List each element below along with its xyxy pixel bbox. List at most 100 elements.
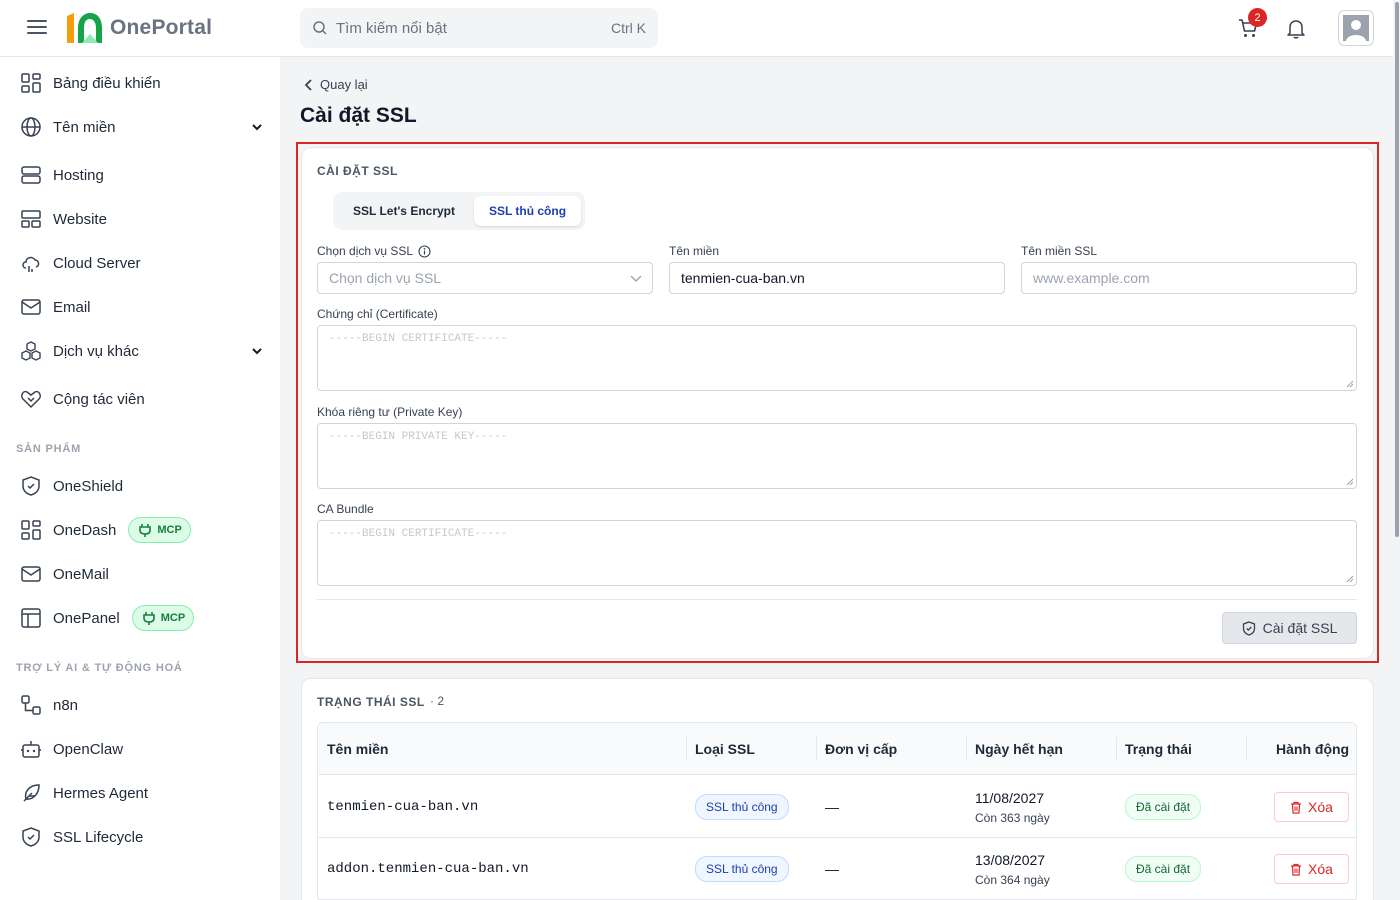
sidebar-item-onemail[interactable]: OneMail xyxy=(20,556,265,592)
ca-bundle-label: CA Bundle xyxy=(317,502,374,516)
tab-manual-ssl[interactable]: SSL thủ công xyxy=(474,196,581,226)
install-ssl-button[interactable]: Cài đặt SSL xyxy=(1222,612,1357,644)
page-title: Cài đặt SSL xyxy=(300,104,417,127)
table-header: Tên miền Loại SSL Đơn vị cấp Ngày hết hạ… xyxy=(318,723,1356,775)
info-icon[interactable] xyxy=(418,244,431,258)
sidebar-item-hosting[interactable]: Hosting xyxy=(20,157,265,193)
mcp-badge: MCP xyxy=(131,605,195,631)
search-input[interactable]: Tìm kiếm nổi bật Ctrl K xyxy=(300,8,658,48)
sidebar-item-label: Hosting xyxy=(53,166,104,184)
certificate-textarea[interactable]: -----BEGIN CERTIFICATE----- xyxy=(317,325,1357,391)
resize-handle-icon[interactable] xyxy=(1346,575,1354,583)
ssl-type-badge: SSL thủ công xyxy=(695,856,789,882)
menu-icon[interactable] xyxy=(27,20,47,36)
ssl-type-tabs: SSL Let's Encrypt SSL thủ công xyxy=(333,192,585,230)
top-header: OnePortal Tìm kiếm nổi bật Ctrl K 2 xyxy=(0,0,1400,57)
handshake-heart-icon xyxy=(21,390,41,409)
column-divider xyxy=(1116,737,1117,761)
column-header: Loại SSL xyxy=(695,741,755,757)
column-divider xyxy=(816,737,817,761)
shield-icon xyxy=(22,476,40,496)
section-title-ai: TRỢ LÝ AI & TỰ ĐỘNG HOÁ xyxy=(16,662,183,674)
server-icon xyxy=(21,166,41,184)
sidebar-item-label: Dịch vụ khác xyxy=(53,342,139,360)
ssl-domain-input[interactable]: www.example.com xyxy=(1021,262,1357,294)
sidebar-item-onedash[interactable]: OneDash MCP xyxy=(20,512,265,548)
mcp-label: MCP xyxy=(160,612,186,624)
chevron-down-icon xyxy=(630,275,642,282)
sidebar-item-website[interactable]: Website xyxy=(20,201,265,237)
resize-handle-icon[interactable] xyxy=(1346,380,1354,388)
private-key-textarea[interactable]: -----BEGIN PRIVATE KEY----- xyxy=(317,423,1357,489)
brand-logo[interactable]: OnePortal xyxy=(64,10,212,46)
status-count: · 2 xyxy=(430,694,445,708)
cart-count-badge: 2 xyxy=(1248,8,1267,27)
sidebar-item-n8n[interactable]: n8n xyxy=(20,687,265,723)
sidebar-item-affiliate[interactable]: Cộng tác viên xyxy=(20,381,265,417)
trash-icon xyxy=(1291,863,1302,876)
mcp-badge: MCP xyxy=(128,517,191,543)
globe-icon xyxy=(21,117,41,137)
sidebar-item-label: Cloud Server xyxy=(53,254,141,272)
shield-check-icon xyxy=(1242,620,1255,636)
sidebar-item-label: Website xyxy=(53,210,107,228)
sidebar-item-label: OnePanel xyxy=(53,609,120,627)
resize-handle-icon[interactable] xyxy=(1346,478,1354,486)
row-remaining-days: Còn 363 ngày xyxy=(975,810,1050,825)
delete-button[interactable]: Xóa xyxy=(1274,792,1349,822)
brand-name: OnePortal xyxy=(110,16,213,39)
row-issuer: — xyxy=(825,861,839,877)
mail-icon xyxy=(21,299,41,315)
status-badge: Đã cài đặt xyxy=(1125,794,1202,820)
back-link[interactable]: Quay lại xyxy=(304,77,368,92)
sidebar-item-other-services[interactable]: Dịch vụ khác xyxy=(20,333,265,369)
chevron-down-icon xyxy=(252,124,262,131)
cloud-icon xyxy=(22,256,40,272)
sidebar-item-openclaw[interactable]: OpenClaw xyxy=(20,731,265,767)
mail-icon xyxy=(21,566,41,582)
sidebar-item-email[interactable]: Email xyxy=(20,289,265,325)
sidebar-item-onepanel[interactable]: OnePanel MCP xyxy=(20,600,265,636)
bell-icon[interactable] xyxy=(1285,16,1307,40)
chevron-down-icon xyxy=(252,348,262,355)
search-placeholder: Tìm kiếm nổi bật xyxy=(336,19,447,37)
search-shortcut: Ctrl K xyxy=(611,20,646,36)
service-select[interactable]: Chọn dịch vụ SSL xyxy=(317,262,653,294)
feather-icon xyxy=(23,784,40,802)
sidebar-item-label: Bảng điều khiển xyxy=(53,74,161,92)
workflow-icon xyxy=(21,695,41,715)
sidebar-item-dashboard[interactable]: Bảng điều khiển xyxy=(20,65,265,101)
dashboard-icon xyxy=(21,520,41,540)
column-header: Tên miền xyxy=(327,741,389,757)
column-header: Hành động xyxy=(1276,741,1350,757)
column-divider xyxy=(1246,737,1247,761)
sidebar-item-domains[interactable]: Tên miền xyxy=(20,109,265,145)
chevron-left-icon xyxy=(304,78,312,91)
trash-icon xyxy=(1291,801,1302,814)
row-domain: tenmien-cua-ban.vn xyxy=(327,799,479,815)
column-header: Trạng thái xyxy=(1125,741,1192,757)
status-badge: Đã cài đặt xyxy=(1125,856,1202,882)
install-card-title: CÀI ĐẶT SSL xyxy=(317,164,398,178)
delete-button[interactable]: Xóa xyxy=(1274,854,1349,884)
sidebar-item-oneshield[interactable]: OneShield xyxy=(20,468,265,504)
sidebar-item-label: OneDash xyxy=(53,521,117,539)
row-expiry-date: 13/08/2027 xyxy=(975,851,1046,868)
ca-bundle-textarea[interactable]: -----BEGIN CERTIFICATE----- xyxy=(317,520,1357,586)
sidebar-item-label: OneShield xyxy=(53,477,124,495)
column-divider xyxy=(686,737,687,761)
sidebar-item-label: Tên miền xyxy=(53,118,116,136)
table-row: addon.tenmien-cua-ban.vn SSL thủ công — … xyxy=(318,838,1356,900)
bot-icon xyxy=(21,741,41,758)
layout-icon xyxy=(21,210,41,228)
sidebar-item-cloud-server[interactable]: Cloud Server xyxy=(20,245,265,281)
avatar[interactable] xyxy=(1338,10,1374,46)
domain-field[interactable]: tenmien-cua-ban.vn xyxy=(669,262,1005,294)
scrollbar-thumb[interactable] xyxy=(1395,2,1399,537)
certificate-label: Chứng chỉ (Certificate) xyxy=(317,307,438,321)
sidebar-item-hermes-agent[interactable]: Hermes Agent xyxy=(20,775,265,811)
sidebar-item-ssl-lifecycle[interactable]: SSL Lifecycle xyxy=(20,819,265,855)
tab-lets-encrypt[interactable]: SSL Let's Encrypt xyxy=(337,196,471,226)
plug-icon xyxy=(139,524,152,537)
certificate-placeholder: -----BEGIN CERTIFICATE----- xyxy=(329,333,508,345)
